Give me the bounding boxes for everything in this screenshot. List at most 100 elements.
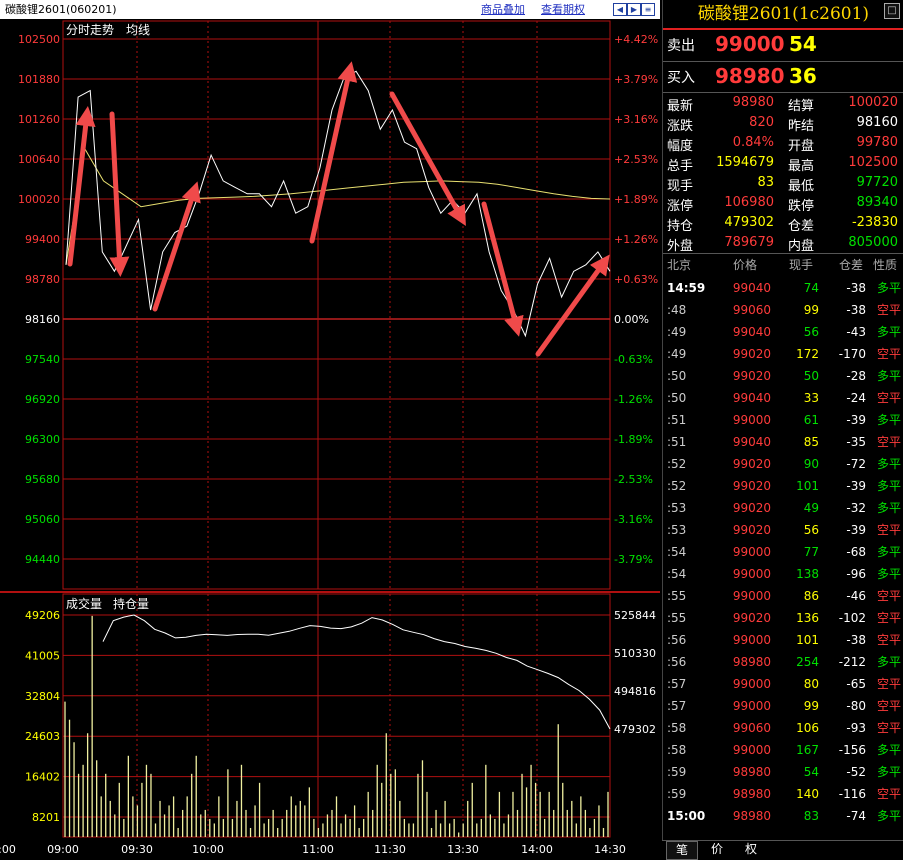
tick-time: :56 (667, 633, 687, 647)
quote-value: 106980 (724, 195, 774, 210)
price-tick-label: 98160 (25, 313, 60, 326)
quote-row: 总手 1594679 最高 102500 (663, 155, 903, 175)
tick-volume: 74 (803, 281, 819, 295)
tick-oi-change: -68 (846, 545, 866, 559)
tick-volume: 49 (803, 501, 819, 515)
pct-tick-label: -1.89% (614, 433, 653, 446)
quote-label: 幅度 (667, 139, 694, 154)
tick-oi-change: -74 (846, 809, 866, 823)
overlay-commodity-link[interactable]: 商品叠加 (481, 0, 525, 19)
divider (663, 92, 903, 93)
price-tick-label: 101260 (18, 113, 60, 126)
nav-left-icon[interactable]: ◀ (613, 3, 627, 16)
quote-value: 100020 (848, 95, 898, 110)
tick-oi-change: -24 (846, 391, 866, 405)
tick-header-cell: 价格 (733, 258, 758, 272)
quote-value: 0.84% (732, 135, 774, 150)
time-tick-label: 15:00 (0, 843, 16, 856)
tick-price: 99000 (732, 633, 771, 647)
tick-volume: 80 (803, 677, 819, 691)
tick-oi-change: -39 (846, 523, 866, 537)
tick-time: :52 (667, 457, 687, 471)
quote-label: 最高 (788, 159, 815, 174)
tick-row: :53 99020 56 -39 空平 (663, 519, 903, 541)
tick-price: 99040 (732, 325, 771, 339)
sell-label: 卖出 (667, 38, 695, 54)
chart-titlebar: 碳酸锂2601(060201) 商品叠加 查看期权 ◀ ▶ ≡ (0, 0, 660, 19)
tick-row: :49 99020 172 -170 空平 (663, 343, 903, 365)
price-tick-label: 96300 (25, 433, 60, 446)
tick-row: :53 99020 49 -32 多平 (663, 497, 903, 519)
tick-time: :57 (667, 677, 687, 691)
pct-tick-label: -0.63% (614, 353, 653, 366)
sell-volume: 54 (789, 32, 817, 56)
quote-value: 98980 (732, 95, 774, 110)
tick-oi-change: -212 (838, 655, 866, 669)
quote-row: 外盘 789679 内盘 805000 (663, 235, 903, 255)
tick-nature: 空平 (876, 303, 901, 317)
tick-nature: 空平 (876, 721, 901, 735)
pct-tick-label: -1.26% (614, 393, 653, 406)
tick-volume: 106 (796, 721, 819, 735)
quote-value: 102500 (848, 155, 898, 170)
tick-row: :49 99040 56 -43 多平 (663, 321, 903, 343)
tick-time: :53 (667, 501, 687, 515)
tick-nature: 多平 (876, 479, 901, 493)
tick-oi-change: -39 (846, 413, 866, 427)
tick-row: :50 99020 50 -28 多平 (663, 365, 903, 387)
tick-oi-change: -65 (846, 677, 866, 691)
buy-label: 买入 (667, 70, 695, 86)
tick-volume: 77 (803, 545, 819, 559)
tick-time: :48 (667, 303, 687, 317)
tick-nature: 多平 (876, 281, 901, 295)
oi-tick-label: 510330 (614, 647, 656, 660)
tick-row: :50 99040 33 -24 空平 (663, 387, 903, 409)
nav-right-icon[interactable]: ▶ (627, 3, 641, 16)
tick-time: :55 (667, 589, 687, 603)
tick-price: 99040 (732, 281, 771, 295)
tick-volume: 99 (803, 303, 819, 317)
tick-oi-change: -39 (846, 479, 866, 493)
time-tick-label: 14:30 (594, 843, 626, 856)
nav-home-icon[interactable]: ≡ (641, 3, 655, 16)
tick-oi-change: -170 (838, 347, 866, 361)
close-icon[interactable]: □ (884, 3, 900, 19)
volume-label: 成交量 (66, 596, 102, 611)
price-tick-label: 95060 (25, 513, 60, 526)
tick-price: 99000 (732, 677, 771, 691)
tick-nature: 多平 (876, 413, 901, 427)
tick-oi-change: -43 (846, 325, 866, 339)
buy-price: 98980 (715, 64, 785, 88)
quote-value: 89340 (856, 195, 898, 210)
tab-price[interactable]: 价 (702, 841, 732, 858)
tick-nature: 空平 (876, 633, 901, 647)
tick-volume: 136 (796, 611, 819, 625)
tick-time: :51 (667, 413, 687, 427)
tick-time: :54 (667, 545, 687, 559)
pct-tick-label: +2.53% (614, 153, 658, 166)
quote-value: 98160 (856, 115, 898, 130)
tick-time: :58 (667, 743, 687, 757)
tick-price: 99060 (732, 303, 771, 317)
intraday-chart[interactable]: 102500 +4.42% 101880 +3.79% 101260 +3.16% 1006… (0, 19, 660, 857)
tick-nature: 空平 (876, 611, 901, 625)
tick-price: 99000 (732, 567, 771, 581)
price-tick-label: 97540 (25, 353, 60, 366)
quote-label: 涨停 (667, 199, 694, 214)
tick-price: 99040 (732, 435, 771, 449)
open-interest-label: 持仓量 (113, 596, 149, 611)
tick-volume: 254 (796, 655, 819, 669)
avg-line-label: 均线 (126, 23, 150, 37)
tick-header-cell: 现手 (789, 258, 814, 272)
tab-rights[interactable]: 权 (736, 841, 766, 858)
volume-tick-label: 24603 (25, 730, 60, 743)
quote-row: 最新 98980 结算 100020 (663, 95, 903, 115)
tick-header-cell: 性质 (873, 258, 898, 272)
tick-price: 99020 (732, 457, 771, 471)
tab-trades[interactable]: 笔 (666, 841, 698, 860)
quote-row: 持仓 479302 仓差 -23830 (663, 215, 903, 235)
sell-price: 99000 (715, 32, 785, 56)
view-options-link[interactable]: 查看期权 (541, 0, 585, 19)
quote-label: 最新 (667, 99, 694, 114)
tick-time: :49 (667, 347, 687, 361)
